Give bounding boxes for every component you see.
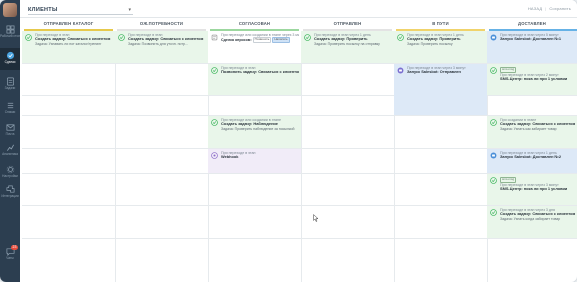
sidebar-item-label: Списки (4, 110, 16, 114)
header-actions: НАЗАД | Сохранить (528, 6, 571, 11)
sms-tag: sms-msg (500, 67, 517, 73)
sidebar-item-label: Интеграции (1, 194, 19, 198)
dashboard-icon (6, 25, 14, 34)
trigger-description: Задача: Проверить наблюдение за посылкой (221, 126, 295, 131)
check-circle-icon (25, 34, 32, 41)
lists-icon (7, 102, 13, 109)
trigger-card[interactable]: При переходе в этап через 5 минут Запуск… (487, 31, 577, 63)
sidebar-item-label: Сделки (4, 60, 16, 64)
option-pill[interactable]: Позвонить (252, 37, 272, 44)
mouse-cursor-icon (313, 214, 319, 222)
left-sidebar: Рабочий стол Сделки Задачи Списки Почта … (0, 0, 20, 282)
trigger-card[interactable]: При создании в этапе Создать задачу: Свя… (487, 116, 577, 148)
trigger-card[interactable]: При переходе в этап Позвонить задачу: Св… (208, 64, 301, 95)
webhook-icon (211, 152, 218, 159)
survey-options: Сделка опросом: Позвонить Написать (221, 37, 299, 44)
deals-icon (6, 51, 14, 60)
chevron-down-icon: ▾ (128, 7, 131, 13)
sidebar-item-dashboard[interactable]: Рабочий стол (0, 22, 20, 44)
trigger-card[interactable]: При переходе в этап Создать задачу: Связ… (22, 31, 115, 63)
trigger-title: SMS-Центр: пока ли при 1 условии (500, 187, 568, 192)
sidebar-item-mail[interactable]: Почта (0, 120, 20, 142)
mail-icon (6, 124, 14, 131)
salesbot-icon (490, 34, 497, 41)
sidebar-item-label: Задачи (4, 86, 16, 90)
trigger-card[interactable]: При переходе в этап через 1 день Запуск … (487, 149, 577, 173)
trigger-description: Задача: Узнавать ли пот каталог/тренинг (35, 41, 102, 46)
check-circle-icon (490, 177, 497, 184)
trigger-description: Задача: Узнать когда забирает товар (500, 216, 561, 221)
trigger-title: Запуск Salesbot: Доставлен №1 (500, 37, 562, 42)
check-circle-icon (304, 34, 311, 41)
tasks-icon (6, 77, 14, 86)
pipeline-selector[interactable]: КЛИЕНТЫ ▾ (28, 5, 133, 15)
sidebar-item-chat[interactable]: Чаты 23 (0, 244, 20, 266)
sidebar-item-label: Настройки (2, 174, 18, 178)
analytics-icon (6, 144, 14, 151)
trigger-card[interactable]: При переходе в этап через 1 день Создать… (394, 31, 487, 63)
trigger-description: Задача: Проверить посылку (407, 41, 453, 46)
sidebar-item-tasks[interactable]: Задачи (0, 74, 20, 96)
trigger-card[interactable]: При переходе или создании в этапе через … (208, 31, 301, 63)
option-pill[interactable]: Написать (272, 37, 290, 44)
sidebar-item-label: Аналитика (2, 152, 18, 156)
check-circle-icon (490, 119, 497, 126)
trigger-card[interactable]: При переходе в этап Создать задачу: Связ… (115, 31, 208, 63)
column-divider (115, 31, 116, 282)
trigger-card[interactable]: При переходе или создании в этапе Создат… (208, 116, 301, 148)
sidebar-item-label: Чаты (6, 256, 14, 260)
save-button[interactable]: Сохранить (549, 6, 571, 11)
trigger-title: SMS-Центр: пока ли при 1 условии (500, 77, 568, 82)
trigger-description: Задача: Позвонить для уточн. потр... (128, 41, 188, 46)
back-button[interactable]: НАЗАД (528, 6, 542, 11)
salesbot-icon (397, 67, 404, 74)
row-divider (22, 238, 577, 239)
pipeline-board: ОТПРАВЛЕН КАТАЛОГ ОЖ.ПОТРЕБНОСТИ СОГЛАСО… (22, 18, 577, 282)
sidebar-item-label: Почта (5, 132, 15, 136)
sidebar-item-deals[interactable]: Сделки (0, 48, 20, 70)
integrations-icon (6, 185, 14, 193)
trigger-title: Webhook (221, 155, 239, 160)
avatar[interactable] (3, 3, 17, 17)
sidebar-item-lists[interactable]: Списки (0, 98, 20, 120)
pipeline-name: КЛИЕНТЫ (28, 6, 58, 13)
trigger-card[interactable]: При переходе в этап через 1 день Создать… (301, 31, 394, 63)
settings-icon (6, 165, 14, 174)
column-divider (301, 31, 302, 282)
app-window: Рабочий стол Сделки Задачи Списки Почта … (0, 0, 577, 282)
notification-badge: 23 (11, 245, 18, 250)
trigger-card[interactable]: При переходе в этап Webhook (208, 149, 301, 173)
salesbot-icon (490, 152, 497, 159)
sidebar-item-integrations[interactable]: Интеграции (0, 182, 20, 204)
trigger-description: Задача: Проверить посылку на отправку (314, 41, 380, 46)
trigger-title: Сделка опросом: (221, 38, 252, 43)
trigger-card[interactable]: sms-msg При переходе в этап через 2 мину… (487, 64, 577, 95)
sidebar-item-settings[interactable]: Настройки (0, 162, 20, 184)
check-circle-icon (211, 67, 218, 74)
trigger-description: Задача: Узнать как забирает товар (500, 126, 557, 131)
survey-icon (211, 34, 218, 41)
trigger-card[interactable]: При переходе в этап через 3 минут Запуск… (394, 64, 487, 115)
trigger-title: Запуск Salesbot: Доставлен №2 (500, 155, 562, 160)
trigger-title: Запуск Salesbot: Отправлен (407, 70, 461, 75)
check-circle-icon (490, 209, 497, 216)
check-circle-icon (490, 67, 497, 74)
sms-tag: sms-msg (500, 177, 517, 183)
check-circle-icon (118, 34, 125, 41)
trigger-title: Позвонить задачу: Связаться с клиентом (221, 70, 299, 75)
check-circle-icon (211, 119, 218, 126)
top-header: КЛИЕНТЫ ▾ НАЗАД | Сохранить (20, 0, 577, 18)
check-circle-icon (397, 34, 404, 41)
trigger-card[interactable]: При переходе в этап через 3 дня Создать … (487, 206, 577, 238)
sidebar-item-analytics[interactable]: Аналитика (0, 140, 20, 162)
trigger-card[interactable]: sms-msg При переходе в этап через 3 мину… (487, 174, 577, 205)
row-divider (22, 95, 577, 96)
sidebar-item-label: Рабочий стол (0, 34, 21, 38)
divider: | (545, 6, 547, 11)
